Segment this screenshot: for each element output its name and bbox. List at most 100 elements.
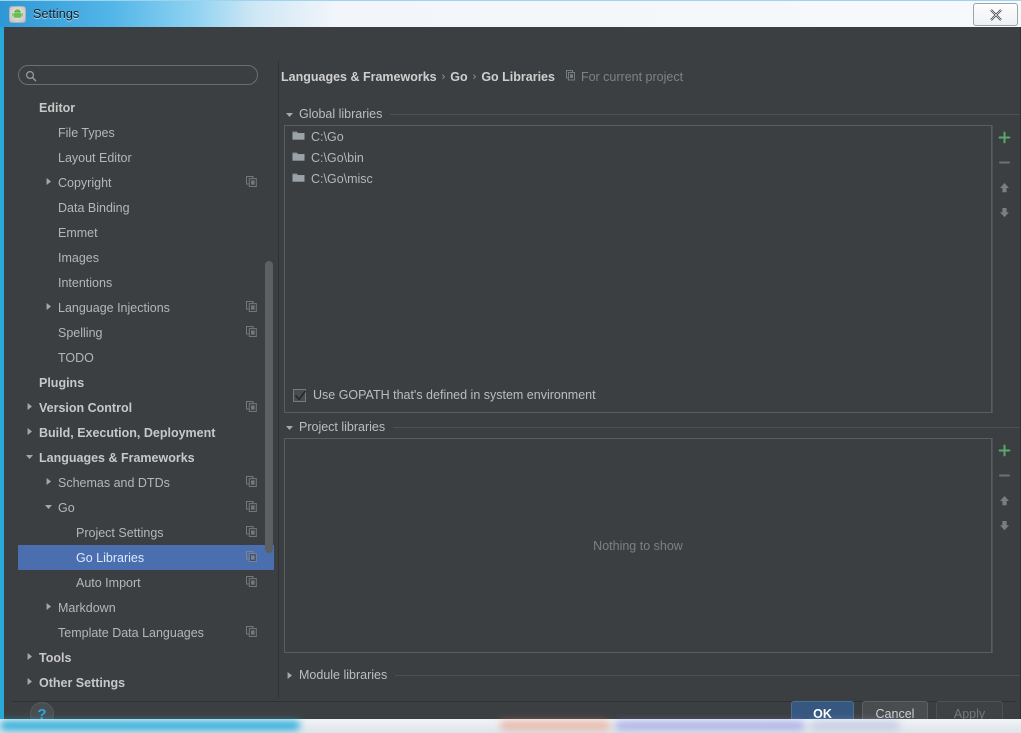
sidebar-scrollbar-thumb[interactable] xyxy=(265,261,273,553)
folder-icon xyxy=(292,172,305,186)
sidebar-item-spelling[interactable]: Spelling xyxy=(18,320,274,345)
project-libraries-toolbar xyxy=(992,438,1016,653)
copy-settings-icon[interactable] xyxy=(246,525,262,540)
chevron-right-icon[interactable] xyxy=(43,301,56,314)
sidebar-item-markdown[interactable]: Markdown xyxy=(18,595,274,620)
chevron-right-icon[interactable] xyxy=(24,401,37,414)
sidebar-item-language-injections[interactable]: Language Injections xyxy=(18,295,274,320)
search-input[interactable] xyxy=(37,68,257,82)
gopath-checkbox-label: Use GOPATH that's defined in system envi… xyxy=(313,388,596,402)
sidebar-item-languages-frameworks[interactable]: Languages & Frameworks xyxy=(18,445,274,470)
chevron-right-icon[interactable] xyxy=(43,476,56,489)
sidebar-item-other-settings[interactable]: Other Settings xyxy=(18,670,274,695)
chevron-right-icon[interactable] xyxy=(43,176,56,189)
copy-settings-icon[interactable] xyxy=(246,325,262,340)
sidebar-item-label: Spelling xyxy=(58,325,103,340)
chevron-down-icon[interactable] xyxy=(43,501,56,514)
chevron-down-icon[interactable] xyxy=(24,451,37,464)
sidebar-item-label: Intentions xyxy=(58,275,113,290)
copy-settings-icon[interactable] xyxy=(246,575,262,590)
project-add-button[interactable] xyxy=(993,438,1017,463)
global-add-button[interactable] xyxy=(993,125,1017,150)
breadcrumb: Languages & Frameworks › Go › Go Librari… xyxy=(281,70,683,84)
sidebar-item-editor[interactable]: Editor xyxy=(18,95,274,120)
sidebar-item-data-binding[interactable]: Data Binding xyxy=(18,195,274,220)
settings-dialog: Settings Editor File Types Layout Editor… xyxy=(0,0,1021,727)
sidebar-item-version-control[interactable]: Version Control xyxy=(18,395,274,420)
folder-icon xyxy=(292,130,305,144)
global-libraries-section-header[interactable]: Global libraries xyxy=(284,107,1020,121)
global-remove-button[interactable] xyxy=(993,150,1017,175)
project-libraries-section-header[interactable]: Project libraries xyxy=(284,420,1020,434)
dialog-bottom-accent xyxy=(0,705,1021,719)
sidebar-item-intentions[interactable]: Intentions xyxy=(18,270,274,295)
chevron-right-icon[interactable] xyxy=(24,426,37,439)
library-path-row[interactable]: C:\Go xyxy=(285,126,991,147)
library-path-row[interactable]: C:\Go\bin xyxy=(285,147,991,168)
sidebar-item-label: Editor xyxy=(39,100,76,115)
copy-settings-icon[interactable] xyxy=(246,500,262,515)
library-path-row[interactable]: C:\Go\misc xyxy=(285,168,991,189)
search-field[interactable] xyxy=(18,65,258,85)
sidebar-item-auto-import[interactable]: Auto Import xyxy=(18,570,274,595)
gopath-checkbox-row[interactable]: Use GOPATH that's defined in system envi… xyxy=(293,388,596,402)
sidebar-item-tools[interactable]: Tools xyxy=(18,645,274,670)
breadcrumb-item-1[interactable]: Go xyxy=(450,70,467,84)
sidebar-item-emmet[interactable]: Emmet xyxy=(18,220,274,245)
copy-settings-icon[interactable] xyxy=(246,475,262,490)
sidebar-item-file-types[interactable]: File Types xyxy=(18,120,274,145)
project-libraries-list[interactable]: Nothing to show xyxy=(284,438,992,653)
screen: Settings Editor File Types Layout Editor… xyxy=(0,0,1021,733)
sidebar-item-go-libraries[interactable]: Go Libraries xyxy=(18,545,274,570)
settings-detail-pane: Languages & Frameworks › Go › Go Librari… xyxy=(281,61,1020,698)
sidebar-item-label: Images xyxy=(58,250,99,265)
breadcrumb-separator: › xyxy=(441,71,446,83)
sidebar-item-schemas-and-dtds[interactable]: Schemas and DTDs xyxy=(18,470,274,495)
sidebar-item-label: Plugins xyxy=(39,375,85,390)
chevron-right-icon[interactable] xyxy=(24,651,37,664)
copy-settings-icon[interactable] xyxy=(246,175,262,190)
close-icon[interactable] xyxy=(973,3,1018,26)
global-move-down-button[interactable] xyxy=(993,200,1017,225)
sidebar-item-plugins[interactable]: Plugins xyxy=(18,370,274,395)
copy-settings-icon[interactable] xyxy=(246,625,262,640)
sidebar-item-label: Version Control xyxy=(39,400,133,415)
copy-settings-icon[interactable] xyxy=(246,550,262,565)
sidebar-item-label: Build, Execution, Deployment xyxy=(39,425,216,440)
android-studio-icon xyxy=(9,5,26,23)
module-libraries-section-header[interactable]: Module libraries xyxy=(284,668,1020,682)
chevron-right-icon xyxy=(284,670,295,681)
folder-icon xyxy=(292,151,305,165)
project-remove-button[interactable] xyxy=(993,463,1017,488)
breadcrumb-separator: › xyxy=(472,71,477,83)
chevron-right-icon[interactable] xyxy=(24,676,37,689)
sidebar-item-images[interactable]: Images xyxy=(18,245,274,270)
sidebar-item-copyright[interactable]: Copyright xyxy=(18,170,274,195)
sidebar-item-todo[interactable]: TODO xyxy=(18,345,274,370)
search-icon xyxy=(25,69,37,82)
chevron-right-icon[interactable] xyxy=(43,601,56,614)
project-move-down-button[interactable] xyxy=(993,513,1017,538)
panel-divider xyxy=(278,61,279,698)
breadcrumb-item-0[interactable]: Languages & Frameworks xyxy=(281,70,437,84)
gopath-checkbox[interactable] xyxy=(293,388,306,402)
sidebar-item-project-settings[interactable]: Project Settings xyxy=(18,520,274,545)
dialog-title: Settings xyxy=(33,7,80,21)
settings-category-tree[interactable]: Editor File Types Layout Editor Copyright Da… xyxy=(18,95,274,698)
background-taskbar-strip xyxy=(0,719,1021,733)
dialog-titlebar: Settings xyxy=(0,0,1021,27)
sidebar-item-layout-editor[interactable]: Layout Editor xyxy=(18,145,274,170)
sidebar-item-template-data-languages[interactable]: Template Data Languages xyxy=(18,620,274,645)
sidebar-item-build-execution-deployment[interactable]: Build, Execution, Deployment xyxy=(18,420,274,445)
global-libraries-list[interactable]: C:\Go C:\Go\bin C:\Go\misc xyxy=(284,125,992,413)
sidebar-item-go[interactable]: Go xyxy=(18,495,274,520)
breadcrumb-item-2[interactable]: Go Libraries xyxy=(481,70,555,84)
project-move-up-button[interactable] xyxy=(993,488,1017,513)
chevron-down-icon xyxy=(284,109,295,120)
global-move-up-button[interactable] xyxy=(993,175,1017,200)
copy-settings-icon[interactable] xyxy=(246,400,262,415)
copy-settings-icon[interactable] xyxy=(246,300,262,315)
